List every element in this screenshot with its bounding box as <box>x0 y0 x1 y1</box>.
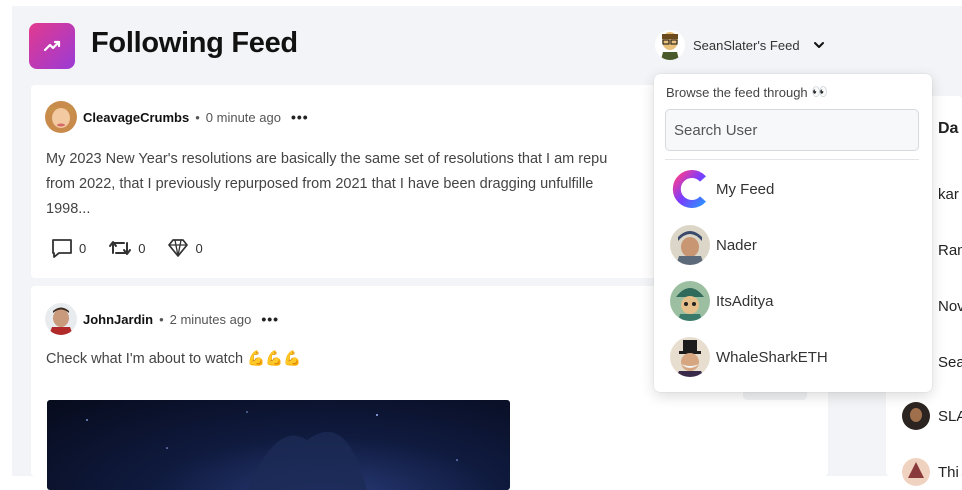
divider <box>665 159 919 160</box>
sidebar-item-avatar <box>902 458 930 486</box>
sidebar-list-item[interactable]: Nov <box>938 298 962 315</box>
separator-dot: • <box>195 109 200 125</box>
chevron-down-icon <box>813 42 824 48</box>
search-user-input[interactable] <box>665 109 919 151</box>
diamond-count: 0 <box>195 240 203 256</box>
post-timestamp: 0 minute ago <box>205 109 281 125</box>
post-body-line: 1998... <box>46 201 91 217</box>
dropdown-item-nader[interactable]: Nader <box>670 225 920 265</box>
my-feed-logo-icon <box>670 169 710 209</box>
user-avatar <box>670 281 710 321</box>
repost-count: 0 <box>138 240 146 256</box>
post-card: CleavageCrumbs • 0 minute ago ••• My 202… <box>31 85 681 278</box>
sidebar-list-item[interactable]: Sea <box>938 354 962 371</box>
page-title: Following Feed <box>91 27 298 59</box>
post-body-line: My 2023 New Year's resolutions are basic… <box>46 151 608 167</box>
comment-button[interactable]: 0 <box>51 237 86 259</box>
post-author-avatar[interactable] <box>45 303 77 335</box>
sidebar-item-avatar <box>902 402 930 430</box>
user-avatar <box>670 337 710 377</box>
more-options-icon[interactable]: ••• <box>291 109 309 125</box>
post-timestamp: 2 minutes ago <box>169 311 252 327</box>
dropdown-item-whalesharketh[interactable]: WhaleSharkETH <box>670 337 920 377</box>
feed-switcher-label: SeanSlater's Feed <box>693 37 800 53</box>
repost-button[interactable]: 0 <box>108 237 145 259</box>
comment-icon <box>52 239 72 258</box>
dropdown-caption: Browse the feed through 👀 <box>666 84 828 100</box>
separator-dot: • <box>159 311 164 327</box>
user-avatar <box>670 225 710 265</box>
dropdown-item-label: WhaleSharkETH <box>716 348 828 366</box>
sidebar-list-item[interactable]: Thi <box>938 464 959 481</box>
feed-dropdown-menu: Browse the feed through 👀 My Feed <box>654 74 932 392</box>
eyes-emoji: 👀 <box>811 84 828 99</box>
post-actions: 0 0 0 <box>51 237 203 259</box>
dropdown-item-label: Nader <box>716 236 757 254</box>
post-body-line: from 2022, that I previously repurposed … <box>46 176 594 192</box>
diamond-icon <box>168 239 189 257</box>
dropdown-item-my-feed[interactable]: My Feed <box>670 169 920 209</box>
trending-up-icon <box>29 23 75 69</box>
post-author-name[interactable]: JohnJardin <box>83 312 153 327</box>
current-user-avatar <box>655 30 685 60</box>
post-media-thumbnail[interactable] <box>47 400 510 490</box>
post-author-name[interactable]: CleavageCrumbs <box>83 110 189 125</box>
post-author-avatar[interactable] <box>45 101 77 133</box>
dropdown-item-itsaditya[interactable]: ItsAditya <box>670 281 920 321</box>
post-body: My 2023 New Year's resolutions are basic… <box>46 147 686 222</box>
dropdown-item-label: ItsAditya <box>716 292 774 310</box>
post-body: Check what I'm about to watch 💪💪💪 <box>46 347 686 372</box>
sidebar-list-item[interactable]: SLA <box>938 408 962 425</box>
more-options-icon[interactable]: ••• <box>261 311 279 327</box>
sidebar-list-item[interactable]: kar <box>938 186 959 203</box>
diamond-button[interactable]: 0 <box>167 237 203 259</box>
dropdown-caption-text: Browse the feed through <box>666 84 808 100</box>
flexed-biceps-emoji: 💪💪💪 <box>247 351 302 367</box>
comment-count: 0 <box>79 240 87 256</box>
post-body-text: Check what I'm about to watch <box>46 351 244 367</box>
feed-switcher[interactable]: SeanSlater's Feed <box>655 29 826 61</box>
dropdown-item-label: My Feed <box>716 180 775 198</box>
sidebar-list-item[interactable]: Ran <box>938 242 962 259</box>
sidebar-heading: Da <box>938 120 959 137</box>
repost-icon <box>109 241 132 255</box>
